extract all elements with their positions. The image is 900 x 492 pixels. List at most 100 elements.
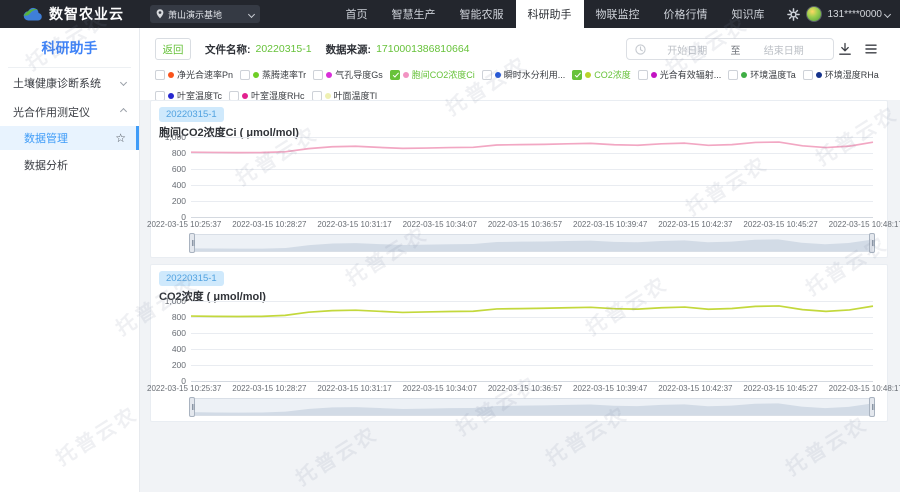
checkbox-icon[interactable] (803, 70, 813, 80)
nav-tab-1[interactable]: 首页 (334, 0, 380, 28)
checkbox-icon[interactable] (312, 91, 322, 101)
x-axis-labels: 2022-03-15 10:25:372022-03-15 10:28:2720… (147, 384, 900, 393)
x-axis-tick: 2022-03-15 10:48:17 (829, 384, 900, 393)
nav-tab-2[interactable]: 智慧生产 (380, 0, 448, 28)
x-axis-tick: 2022-03-15 10:36:57 (488, 220, 562, 229)
location-selector[interactable]: 萧山演示基地 (150, 5, 260, 23)
sidebar-item-label: 数据管理 (24, 130, 68, 146)
datazoom-shadow (192, 399, 872, 415)
back-button[interactable]: 返回 (155, 38, 191, 60)
file-tag-badge: 20220315-1 (159, 271, 224, 286)
chevron-down-icon (248, 10, 255, 17)
legend-label: 光合有效辐射... (660, 68, 722, 81)
date-range-picker[interactable]: 开始日期 至 结束日期 (626, 38, 834, 60)
legend-item[interactable]: CO2浓度 (572, 68, 631, 81)
main-content: 返回 文件名称: 20220315-1 数据来源: 17100013868106… (140, 28, 900, 492)
start-date-input[interactable]: 开始日期 (646, 42, 729, 57)
toolbar: 返回 文件名称: 20220315-1 数据来源: 17100013868106… (155, 38, 890, 60)
end-date-input[interactable]: 结束日期 (743, 42, 826, 57)
star-icon[interactable]: ☆ (115, 132, 126, 144)
y-axis-tick: 600 (172, 328, 186, 338)
x-axis-tick: 2022-03-15 10:48:17 (829, 220, 900, 229)
checkbox-checked-icon[interactable] (572, 70, 582, 80)
data-source-label: 数据来源: (326, 42, 372, 57)
legend-label: 净光合速率Pn (177, 68, 233, 81)
x-axis-tick: 2022-03-15 10:34:07 (403, 384, 477, 393)
legend-item[interactable]: 胞间CO2浓度Ci (390, 68, 475, 81)
file-tag-badge: 20220315-1 (159, 107, 224, 122)
y-axis-tick: 1,000 (165, 132, 186, 142)
x-axis-tick: 2022-03-15 10:34:07 (403, 220, 477, 229)
legend-item[interactable]: 瞬时水分利用... (482, 68, 566, 81)
location-pin-icon (156, 9, 164, 19)
legend-item[interactable]: 净光合速率Pn (155, 68, 233, 81)
checkbox-icon[interactable] (155, 70, 165, 80)
clock-icon (635, 44, 646, 55)
legend-item[interactable]: 光合有效辐射... (638, 68, 722, 81)
checkbox-checked-icon[interactable] (390, 70, 400, 80)
legend-label: 蒸腾速率Tr (262, 68, 306, 81)
nav-tab-3[interactable]: 智能农服 (448, 0, 516, 28)
x-axis-tick: 2022-03-15 10:36:57 (488, 384, 562, 393)
checkbox-icon[interactable] (313, 70, 323, 80)
nav-tab-5[interactable]: 物联监控 (584, 0, 652, 28)
series-color-dot (168, 93, 174, 99)
download-button[interactable] (838, 42, 852, 56)
datazoom-slider[interactable] (191, 398, 873, 416)
legend-label: 气孔导度Gs (335, 68, 383, 81)
checkbox-icon[interactable] (638, 70, 648, 80)
legend-item[interactable]: 环境湿度RHa (803, 68, 879, 81)
chart-plot-area: 1,0008006004002000 (191, 137, 873, 217)
sidebar-group-photosynthesis-meter[interactable]: 光合作用测定仪 (0, 97, 139, 126)
sidebar-item-data-management[interactable]: 数据管理 ☆ (0, 126, 139, 150)
nav-tab-7[interactable]: 知识库 (720, 0, 777, 28)
datazoom-handle-left[interactable] (189, 397, 195, 417)
x-axis-labels: 2022-03-15 10:25:372022-03-15 10:28:2720… (147, 220, 900, 229)
x-axis-tick: 2022-03-15 10:31:17 (317, 384, 391, 393)
checkbox-icon[interactable] (229, 91, 239, 101)
datazoom-handle-right[interactable] (869, 233, 875, 253)
y-axis-tick: 800 (172, 312, 186, 322)
y-axis-tick: 800 (172, 148, 186, 158)
settings-button[interactable] (787, 8, 800, 21)
app-root: 数智农业云 萧山演示基地 首页智慧生产智能农服科研助手物联监控价格行情知识库 (0, 0, 900, 492)
user-avatar[interactable] (806, 6, 822, 22)
datazoom-handle-left[interactable] (189, 233, 195, 253)
checkbox-icon[interactable] (482, 70, 492, 80)
y-axis-tick: 400 (172, 180, 186, 190)
series-color-dot (253, 72, 259, 78)
legend-item[interactable]: 蒸腾速率Tr (240, 68, 306, 81)
y-axis-tick: 400 (172, 344, 186, 354)
legend-item[interactable]: 环境温度Ta (728, 68, 796, 81)
legend-item[interactable]: 气孔导度Gs (313, 68, 383, 81)
series-color-dot (651, 72, 657, 78)
chart-plot-area: 1,0008006004002000 (191, 301, 873, 381)
x-axis-tick: 2022-03-15 10:42:37 (658, 220, 732, 229)
series-color-dot (326, 72, 332, 78)
sidebar-group-soil-diagnosis[interactable]: 土壤健康诊断系统 (0, 68, 139, 97)
legend-row-1: 净光合速率Pn 蒸腾速率Tr 气孔导度Gs 胞间CO2浓度Ci 瞬时水分利用... CO2… (155, 68, 896, 81)
datazoom-slider[interactable] (191, 234, 873, 252)
datazoom-handle-right[interactable] (869, 397, 875, 417)
app-logo: 数智农业云 (22, 4, 124, 24)
x-axis-tick: 2022-03-15 10:28:27 (232, 220, 306, 229)
nav-tab-4[interactable]: 科研助手 (516, 0, 584, 28)
checkbox-icon[interactable] (240, 70, 250, 80)
x-axis-tick: 2022-03-15 10:31:17 (317, 220, 391, 229)
sidebar-group-label: 光合作用测定仪 (13, 104, 90, 120)
date-separator: 至 (729, 42, 743, 57)
x-axis-tick: 2022-03-15 10:25:37 (147, 384, 221, 393)
cloud-logo-icon (22, 6, 44, 22)
nav-tab-6[interactable]: 价格行情 (652, 0, 720, 28)
app-title: 数智农业云 (49, 4, 124, 24)
legend-label: 胞间CO2浓度Ci (412, 68, 475, 81)
file-name-value: 20220315-1 (256, 43, 312, 55)
checkbox-icon[interactable] (155, 91, 165, 101)
chevron-down-icon (120, 79, 127, 86)
sidebar-item-data-analysis[interactable]: 数据分析 (0, 150, 139, 179)
checkbox-icon[interactable] (728, 70, 738, 80)
legend-label: 环境湿度RHa (825, 68, 879, 81)
user-menu-chevron-icon[interactable] (884, 10, 891, 17)
list-view-button[interactable] (864, 42, 878, 56)
x-axis-tick: 2022-03-15 10:39:47 (573, 384, 647, 393)
